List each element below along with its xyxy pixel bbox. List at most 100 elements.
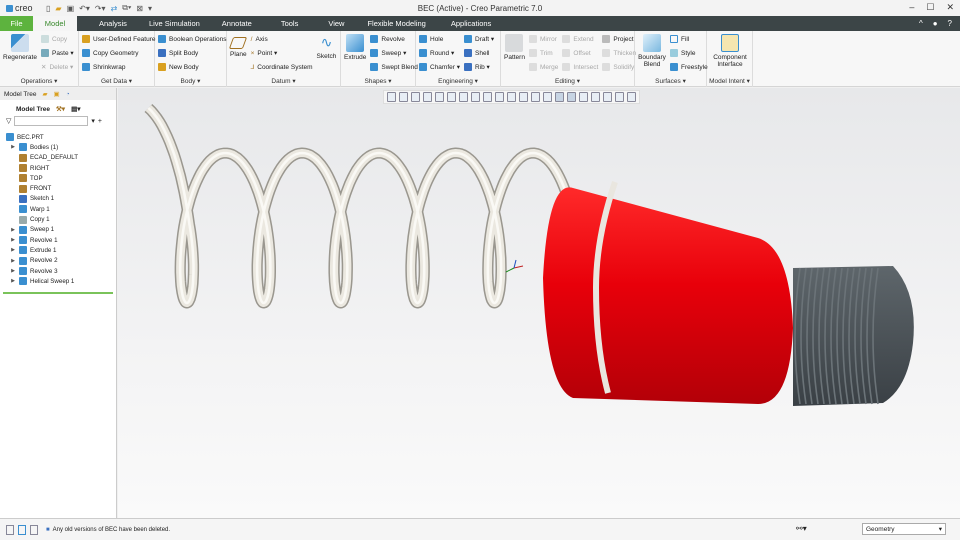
expand-arrow-icon[interactable]: ▶ — [10, 227, 16, 233]
round-button[interactable]: Round ▾ — [419, 48, 460, 58]
tree-node[interactable]: TOP — [0, 173, 116, 183]
freestyle-button[interactable]: Freestyle — [670, 62, 708, 72]
expand-arrow-icon[interactable]: ▶ — [10, 247, 16, 253]
group-label-engineering[interactable]: Engineering ▾ — [416, 77, 500, 85]
tree-node[interactable]: ▶ Bodies (1) — [0, 142, 116, 152]
chamfer-button[interactable]: Chamfer ▾ — [419, 62, 460, 72]
tree-node[interactable]: ▶ Sweep 1 — [0, 225, 116, 235]
tab-analysis[interactable]: Analysis — [77, 16, 138, 31]
selection-filter-dropdown[interactable]: Geometry ▾ — [862, 523, 946, 535]
insert-indicator[interactable] — [3, 292, 113, 295]
tree-search-input[interactable] — [14, 116, 89, 126]
tree-node[interactable]: Warp 1 — [0, 204, 116, 214]
user-icon[interactable]: ● — [933, 19, 938, 28]
tree-node[interactable]: BEC.PRT — [0, 132, 116, 142]
tab-applications[interactable]: Applications — [437, 16, 502, 31]
tab-file[interactable]: File — [0, 16, 33, 31]
sweep-button[interactable]: Sweep ▾ — [370, 48, 418, 58]
swept-blend-button[interactable]: Swept Blend — [370, 62, 418, 72]
tree-node[interactable]: Sketch 1 — [0, 194, 116, 204]
tab-annotate[interactable]: Annotate — [211, 16, 263, 31]
search-options-icon[interactable]: ▾ — [91, 117, 95, 125]
shell-button[interactable]: Shell — [464, 48, 494, 58]
regenerate-icon[interactable]: ⇄ — [111, 4, 118, 13]
expand-arrow-icon[interactable]: ▶ — [10, 258, 16, 264]
udf-button[interactable]: User-Defined Feature — [82, 34, 156, 44]
delete-button[interactable]: ✕ Delete ▾ — [41, 62, 74, 72]
tree-node[interactable]: ▶ Revolve 1 — [0, 235, 116, 245]
solidify-button[interactable]: Solidify — [602, 62, 636, 72]
style-button[interactable]: Style — [670, 48, 708, 58]
maximize-icon[interactable]: ☐ — [926, 2, 934, 13]
tree-node[interactable]: ▶ Revolve 3 — [0, 266, 116, 276]
history-tab-icon[interactable]: ◔ — [66, 91, 70, 98]
filter-icon[interactable]: ▽ — [6, 117, 11, 125]
find-icon[interactable]: ⚯▾ — [796, 524, 807, 533]
shrinkwrap-button[interactable]: Shrinkwrap — [82, 62, 156, 72]
close-icon[interactable]: ✕ — [946, 2, 954, 13]
windows-icon[interactable]: ⧉▾ — [122, 3, 131, 13]
axis-button[interactable]: / Axis — [251, 34, 313, 44]
full-screen-icon[interactable] — [30, 524, 38, 535]
point-button[interactable]: × Point ▾ — [251, 48, 313, 58]
graphics-viewport[interactable] — [118, 88, 960, 518]
thicken-button[interactable]: Thicken — [602, 48, 636, 58]
group-label-shapes[interactable]: Shapes ▾ — [341, 77, 415, 85]
tab-tools[interactable]: Tools — [263, 16, 317, 31]
help-icon[interactable]: ? — [948, 19, 952, 28]
customize-icon[interactable]: ▾ — [148, 4, 152, 13]
hole-button[interactable]: Hole — [419, 34, 460, 44]
revolve-button[interactable]: Revolve — [370, 34, 418, 44]
group-label-surfaces[interactable]: Surfaces ▾ — [635, 77, 706, 85]
expand-arrow-icon[interactable]: ▶ — [10, 268, 16, 274]
paste-button[interactable]: Paste ▾ — [40, 48, 74, 58]
favorites-tab-icon[interactable]: ▣ — [54, 90, 60, 98]
show-icon[interactable]: ▤▾ — [71, 105, 80, 113]
add-icon[interactable]: + — [98, 118, 102, 125]
tree-node[interactable]: ▶ Helical Sweep 1 — [0, 276, 116, 286]
fill-button[interactable]: Fill — [670, 34, 708, 44]
group-label-get-data[interactable]: Get Data ▾ — [79, 77, 154, 85]
tree-node[interactable]: ▶ Extrude 1 — [0, 245, 116, 255]
copy-geometry-button[interactable]: Copy Geometry — [82, 48, 156, 58]
mirror-button[interactable]: Mirror — [528, 34, 558, 44]
tab-model[interactable]: Model — [33, 16, 77, 31]
browser-toggle-icon[interactable] — [18, 524, 26, 535]
intersect-button[interactable]: Intersect — [562, 62, 598, 72]
draft-button[interactable]: Draft ▾ — [464, 34, 494, 44]
collapse-ribbon-icon[interactable]: ^ — [919, 19, 923, 28]
save-icon[interactable]: ▣ — [67, 4, 75, 13]
trim-button[interactable]: Trim — [528, 48, 558, 58]
tab-view[interactable]: View — [316, 16, 356, 31]
group-label-body[interactable]: Body ▾ — [155, 77, 226, 85]
split-body-button[interactable]: Split Body — [158, 48, 226, 58]
tab-flexible-modeling[interactable]: Flexible Modeling — [356, 16, 436, 31]
expand-arrow-icon[interactable]: ▶ — [10, 144, 16, 150]
copy-button[interactable]: Copy — [40, 34, 74, 44]
expand-arrow-icon[interactable]: ▶ — [10, 237, 16, 243]
group-label-editing[interactable]: Editing ▾ — [501, 77, 634, 85]
tree-node[interactable]: FRONT — [0, 183, 116, 193]
folder-browser-tab-icon[interactable]: ▰ — [43, 90, 48, 98]
extend-button[interactable]: Extend — [562, 34, 598, 44]
project-button[interactable]: Project — [602, 34, 636, 44]
offset-button[interactable]: Offset — [562, 48, 598, 58]
tab-model-tree[interactable]: Model Tree — [4, 91, 37, 98]
model-tree-header[interactable]: Model Tree — [16, 106, 50, 113]
settings-icon[interactable]: ⚒▾ — [56, 105, 65, 113]
minimize-icon[interactable]: – — [909, 2, 914, 13]
model-3d[interactable] — [118, 88, 960, 518]
coordinate-system-button[interactable]: ⅃ Coordinate System — [251, 62, 313, 72]
rib-button[interactable]: Rib ▾ — [464, 62, 494, 72]
tree-node[interactable]: Copy 1 — [0, 214, 116, 224]
open-icon[interactable]: ▰ — [55, 4, 61, 13]
merge-button[interactable]: Merge — [528, 62, 558, 72]
group-label-model-intent[interactable]: Model Intent ▾ — [707, 77, 752, 85]
tree-node[interactable]: RIGHT — [0, 163, 116, 173]
redo-icon[interactable]: ↷▾ — [95, 4, 106, 13]
navigator-toggle-icon[interactable] — [6, 524, 14, 535]
new-body-button[interactable]: New Body — [158, 62, 226, 72]
boolean-operations-button[interactable]: Boolean Operations — [158, 34, 226, 44]
group-label-operations[interactable]: Operations ▾ — [0, 77, 78, 85]
new-icon[interactable]: ▯ — [46, 4, 50, 13]
